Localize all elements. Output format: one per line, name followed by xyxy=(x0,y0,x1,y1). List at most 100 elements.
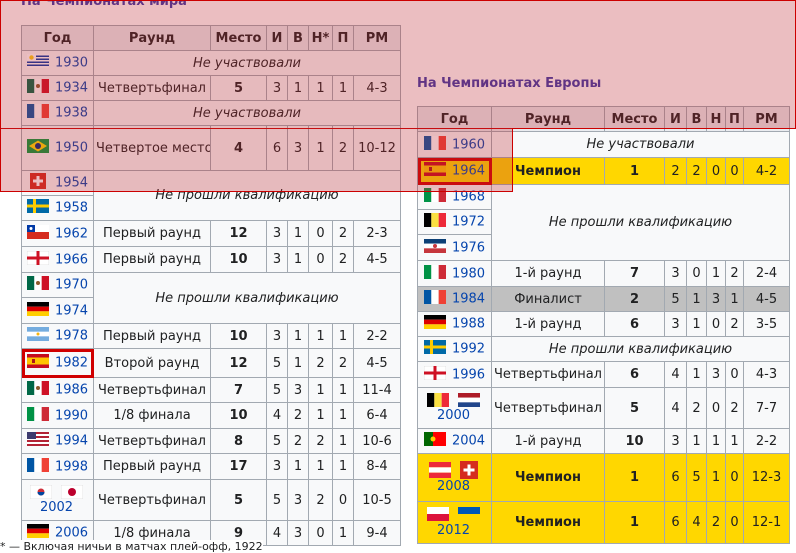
table-row: 1994 Четвертьфинал 8 5 2 2 1 10-6 xyxy=(21,428,401,454)
table-row: 2002 Четвертьфинал 5 5 3 2 0 10-5 xyxy=(21,479,401,521)
england-flag-icon xyxy=(423,365,447,384)
south-korea-flag-icon xyxy=(30,484,53,499)
year-link[interactable]: 1994 xyxy=(55,434,88,449)
brazil-flag-icon xyxy=(26,139,49,157)
year-link[interactable]: 2006 xyxy=(55,526,88,541)
not-qualified-text: Не прошли квалификацию xyxy=(491,184,790,261)
argentina-flag-icon xyxy=(26,327,49,345)
year-link[interactable]: 1934 xyxy=(55,81,88,96)
year-link[interactable]: 1970 xyxy=(55,278,88,293)
world-cup-table: Год Раунд Место И В Н* П РМ 1930 Не учас… xyxy=(21,25,401,546)
year-link[interactable]: 1986 xyxy=(55,383,88,398)
year-link[interactable]: 1950 xyxy=(55,141,88,156)
not-participated-text: Не участвовали xyxy=(93,100,401,126)
year-link[interactable]: 1992 xyxy=(452,342,485,357)
table-row: 1988 1-й раунд 6 3 1 0 2 3-5 xyxy=(417,311,790,337)
year-link[interactable]: 1998 xyxy=(55,459,88,474)
ukraine-flag-icon xyxy=(457,507,480,521)
table-row: 1960 Не участвовали xyxy=(417,131,790,158)
table-row: 1980 1-й раунд 7 3 0 1 2 2-4 xyxy=(417,260,790,287)
table-row: 1978 Первый раунд 10 3 1 1 1 2-2 xyxy=(21,323,401,349)
year-link[interactable]: 2004 xyxy=(452,434,485,449)
year-link[interactable]: 1974 xyxy=(55,303,88,318)
col-header-year: Год xyxy=(417,106,492,132)
year-link[interactable]: 1978 xyxy=(55,329,88,344)
year-link[interactable]: 1982 xyxy=(55,356,88,371)
year-link[interactable]: 2012 xyxy=(427,523,479,539)
col-header-lost: П xyxy=(725,106,744,132)
poland-flag-icon xyxy=(427,507,450,521)
netherlands-flag-icon xyxy=(457,392,480,407)
italy-flag-icon xyxy=(423,264,446,283)
col-header-lost: П xyxy=(332,25,354,51)
wc-heading: На Чемпионатах мира xyxy=(21,0,187,9)
year-link[interactable]: 1966 xyxy=(55,252,88,267)
year-link[interactable]: 1996 xyxy=(452,367,485,382)
col-header-goals: РМ xyxy=(353,25,401,51)
year-link[interactable]: 1954 xyxy=(55,176,88,191)
not-participated-text: Не участвовали xyxy=(491,131,790,158)
col-header-drawn: Н* xyxy=(308,25,333,51)
table-row: 1998 Первый раунд 17 3 1 1 1 8-4 xyxy=(21,453,401,480)
table-row: 2000 Четвертьфинал 5 4 2 0 2 7-7 xyxy=(417,387,790,429)
year-link[interactable]: 1968 xyxy=(452,190,485,205)
table-row: 1966 Первый раунд 10 3 1 0 2 4-5 xyxy=(21,246,401,273)
year-link[interactable]: 1984 xyxy=(452,292,485,307)
col-header-won: В xyxy=(287,25,309,51)
year-link[interactable]: 1962 xyxy=(55,226,88,241)
year-link[interactable]: 1958 xyxy=(55,201,88,216)
france-flag-icon xyxy=(26,457,49,476)
col-header-place: Место xyxy=(210,25,267,51)
year-link[interactable]: 1988 xyxy=(452,317,485,332)
table-row: 1950 Четвертое место 4 6 3 1 2 10-12 xyxy=(21,125,401,171)
year-link[interactable]: 1972 xyxy=(452,215,485,230)
germany-flag-icon xyxy=(423,315,446,333)
spain-flag-icon xyxy=(423,162,446,180)
year-link[interactable]: 1960 xyxy=(452,137,485,152)
usa-flag-icon xyxy=(26,432,49,450)
col-header-year: Год xyxy=(21,25,94,51)
switzerland-flag-icon xyxy=(459,460,478,479)
year-link[interactable]: 1990 xyxy=(55,408,88,423)
portugal-flag-icon xyxy=(423,432,446,450)
austria-flag-icon xyxy=(429,461,452,478)
switzerland-flag-icon xyxy=(27,173,49,193)
belgium-flag-icon xyxy=(427,392,450,407)
col-header-played: И xyxy=(266,25,288,51)
france-flag-icon xyxy=(26,104,49,122)
table-row: 1984 Финалист 2 5 1 3 1 4-5 xyxy=(417,286,790,312)
col-header-place: Место xyxy=(604,106,665,132)
uruguay-flag-icon xyxy=(26,54,49,72)
table-row: 1934 Четвертьфинал 5 3 1 1 1 4-3 xyxy=(21,75,401,101)
france-flag-icon xyxy=(423,135,446,154)
yugoslavia-flag-icon xyxy=(423,238,446,257)
sweden-flag-icon xyxy=(26,199,49,217)
euro-heading: На Чемпионатах Европы xyxy=(417,76,602,91)
mexico-flag-icon xyxy=(26,79,49,97)
year-link[interactable]: 1976 xyxy=(452,240,485,255)
table-row: 1986 Четвертьфинал 7 5 3 1 1 11-4 xyxy=(21,377,401,403)
sweden-flag-icon xyxy=(423,340,446,358)
year-link[interactable]: 1964 xyxy=(452,164,485,179)
year-link[interactable]: 1938 xyxy=(55,106,88,121)
col-header-round: Раунд xyxy=(491,106,605,132)
table-row: 1930 Не участвовали xyxy=(21,50,401,76)
not-qualified-text: Не прошли квалификацию xyxy=(491,336,790,362)
col-header-won: В xyxy=(686,106,707,132)
year-link[interactable]: 2008 xyxy=(429,479,477,495)
wc-header-row: Год Раунд Место И В Н* П РМ xyxy=(21,25,401,51)
year-link[interactable]: 1980 xyxy=(452,266,485,281)
year-link[interactable]: 1930 xyxy=(55,56,88,71)
table-row: 1996 Четвертьфинал 6 4 1 3 0 4-3 xyxy=(417,361,790,388)
table-row: 1970 Не прошли квалификацию xyxy=(21,272,401,324)
not-participated-text: Не участвовали xyxy=(93,50,401,76)
mexico-flag-icon xyxy=(26,381,49,399)
italy-flag-icon xyxy=(423,188,446,206)
table-row: 1938 Не участвовали xyxy=(21,100,401,126)
year-link[interactable]: 2000 xyxy=(427,408,479,424)
japan-flag-icon xyxy=(60,484,83,499)
year-link[interactable]: 2002 xyxy=(30,500,82,516)
italy-flag-icon xyxy=(26,406,49,425)
chile-flag-icon xyxy=(26,224,49,243)
col-header-round: Раунд xyxy=(93,25,211,51)
